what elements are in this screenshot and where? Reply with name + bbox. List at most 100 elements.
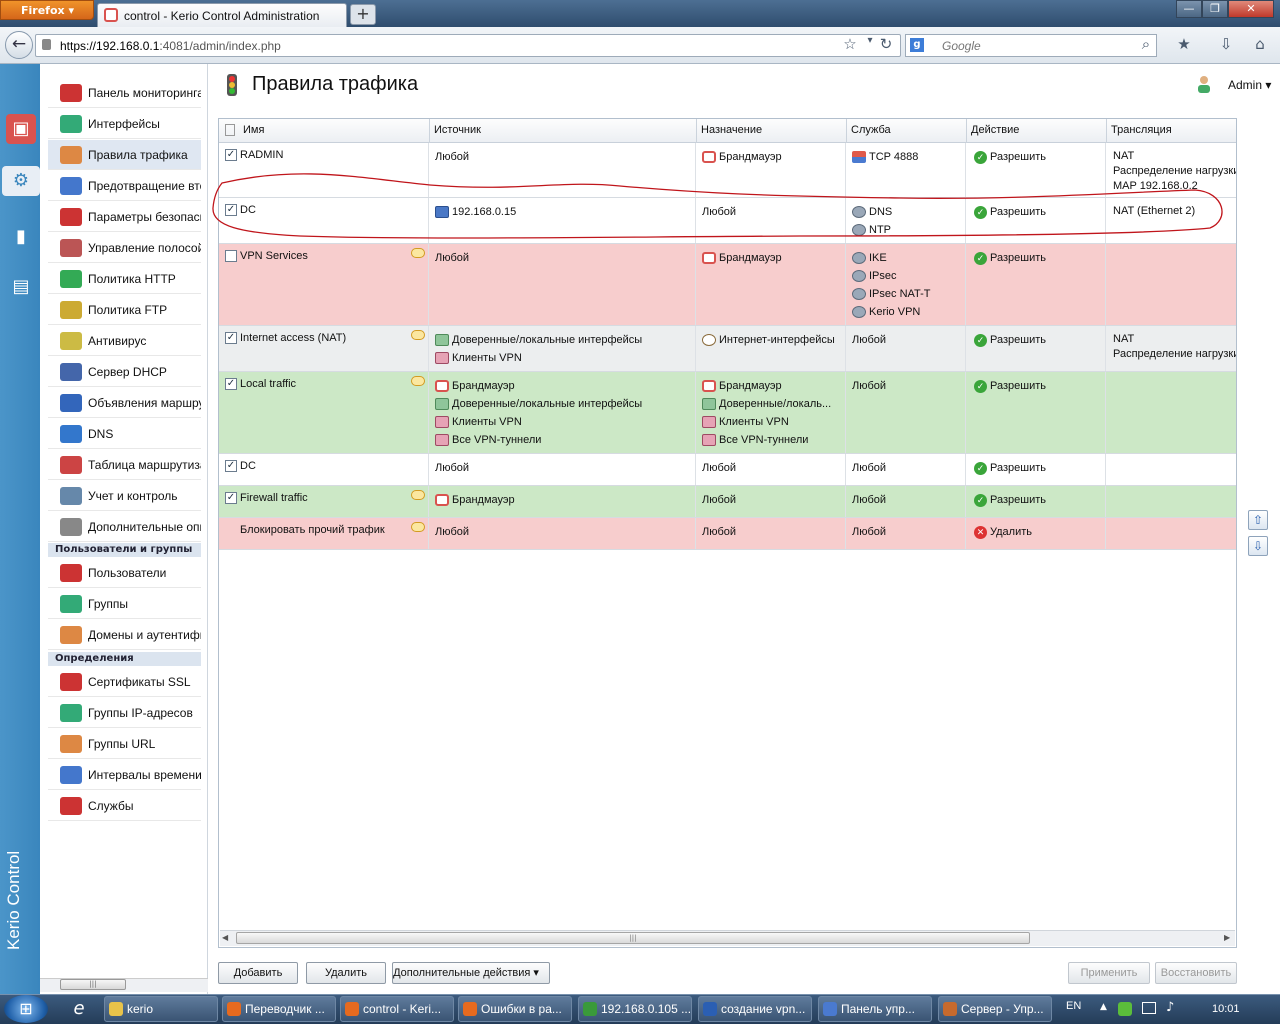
rule-enabled-checkbox[interactable] (225, 250, 237, 262)
rule-enabled-checkbox[interactable]: ✓ (225, 204, 237, 216)
maximize-icon[interactable]: ❐ (1202, 0, 1228, 18)
table-row[interactable]: ✓ Local traffic Брандмауэр Доверенные/локал… (219, 372, 1236, 454)
table-row[interactable]: ✓ RADMIN Любой Брандмауэр TCP 4888 ✓ Разрешить… (219, 143, 1236, 198)
table-row[interactable]: ✓ DC Любой Любой Любой ✓ Разрешить (219, 454, 1236, 486)
taskbar-item[interactable]: Ошибки в ра... (458, 996, 572, 1022)
sidebar-item[interactable]: Управление полосой (48, 233, 201, 263)
tray-app-icon[interactable] (1118, 1002, 1132, 1016)
language-indicator[interactable]: EN (1066, 1000, 1081, 1012)
sidebar-item[interactable]: Интервалы времени (48, 760, 201, 790)
volume-icon[interactable]: ♪ (1166, 1000, 1174, 1015)
logs-document-icon[interactable]: ▤ (6, 272, 36, 302)
sidebar-item[interactable]: Панель мониторинга (48, 78, 201, 108)
rule-action[interactable]: ✓ Разрешить (974, 204, 1046, 220)
taskbar-item[interactable]: Панель упр... (818, 996, 932, 1022)
rule-action[interactable]: ✓ Разрешить (974, 149, 1046, 165)
statistics-bars-icon[interactable]: ▮ (6, 222, 36, 252)
sidebar-item[interactable]: Группы IP-адресов (48, 698, 201, 728)
sidebar-item[interactable]: Интерфейсы (48, 109, 201, 139)
new-tab-button[interactable]: + (350, 4, 376, 25)
table-row[interactable]: ✓ DC 192.168.0.15 Любой DNS NTP ✓ Разрешить NAT … (219, 198, 1236, 244)
rule-enabled-checkbox[interactable]: ✓ (225, 149, 237, 161)
rule-action[interactable]: ✓ Разрешить (974, 378, 1046, 394)
firefox-menu-button[interactable]: Firefox ▾ (0, 0, 94, 20)
scroll-left-icon[interactable]: ◀ (222, 933, 228, 942)
column-header-destination[interactable]: Назначение (701, 124, 762, 136)
taskbar-item[interactable]: Переводчик ... (222, 996, 336, 1022)
taskbar-item[interactable]: Сервер - Упр... (938, 996, 1052, 1022)
rule-action[interactable]: ✓ Разрешить (974, 492, 1046, 508)
column-header-source[interactable]: Источник (434, 124, 481, 136)
sidebar-item[interactable]: Антивирус (48, 326, 201, 356)
move-down-icon[interactable]: ⇩ (1248, 536, 1268, 556)
sidebar-item[interactable]: Дополнительные опции (48, 512, 201, 542)
comment-bubble-icon[interactable] (411, 330, 425, 340)
sidebar-item[interactable]: Домены и аутентификация (48, 620, 201, 650)
rule-enabled-checkbox[interactable]: ✓ (225, 492, 237, 504)
more-actions-button[interactable]: Дополнительные действия ▾ (392, 962, 550, 984)
tray-arrow-icon[interactable]: ▲ (1100, 1002, 1107, 1012)
sidebar-item[interactable]: Учет и контроль (48, 481, 201, 511)
taskbar-item[interactable]: control - Keri... (340, 996, 454, 1022)
sidebar-item[interactable]: Объявления маршрутов (48, 388, 201, 418)
sidebar-item[interactable]: Политика HTTP (48, 264, 201, 294)
column-header-name[interactable]: Имя (243, 124, 264, 136)
rule-action[interactable]: ✕ Удалить (974, 524, 1032, 540)
sidebar-item[interactable]: Параметры безопасности (48, 202, 201, 232)
sidebar-item[interactable]: Службы (48, 791, 201, 821)
rule-enabled-checkbox[interactable]: ✓ (225, 378, 237, 390)
column-chooser-icon[interactable] (225, 124, 235, 136)
sidebar-item[interactable]: Таблица маршрутизации (48, 450, 201, 480)
network-icon[interactable] (1142, 1002, 1156, 1014)
rule-enabled-checkbox[interactable]: ✓ (225, 460, 237, 472)
comment-bubble-icon[interactable] (411, 522, 425, 532)
kerio-status-icon[interactable]: ▣ (6, 114, 36, 144)
column-header-translation[interactable]: Трансляция (1111, 124, 1172, 136)
comment-bubble-icon[interactable] (411, 248, 425, 258)
apply-button[interactable]: Применить (1068, 962, 1150, 984)
column-header-service[interactable]: Служба (851, 124, 891, 136)
table-row[interactable]: ✓ Internet access (NAT) Доверенные/локальн… (219, 326, 1236, 372)
minimize-icon[interactable]: — (1176, 0, 1202, 18)
table-row[interactable]: VPN Services Любой Брандмауэр IKE IPsec IPsec… (219, 244, 1236, 326)
ie-icon[interactable]: e (66, 998, 92, 1020)
browser-tab[interactable]: control - Kerio Control Administration (97, 3, 347, 27)
table-row[interactable]: ✓ Firewall traffic Брандмауэр Любой Любой ✓ Ра… (219, 486, 1236, 518)
restore-button[interactable]: Восстановить (1155, 962, 1237, 984)
taskbar-item[interactable]: kerio (104, 996, 218, 1022)
sidebar-item[interactable]: Политика FTP (48, 295, 201, 325)
reload-icon[interactable]: ↻ (876, 35, 896, 55)
sidebar-item[interactable]: Предотвращение вторжений (48, 171, 201, 201)
sidebar-item[interactable]: DNS (48, 419, 201, 449)
comment-bubble-icon[interactable] (411, 376, 425, 386)
rule-action[interactable]: ✓ Разрешить (974, 460, 1046, 476)
search-input[interactable]: Google (905, 34, 1157, 57)
bookmark-star-icon[interactable]: ☆ (840, 35, 860, 55)
sidebar-item[interactable]: Группы (48, 589, 201, 619)
back-arrow-icon[interactable]: ← (5, 31, 33, 59)
sidebar-scroll-thumb[interactable]: ||| (60, 979, 126, 990)
table-row[interactable]: Блокировать прочий трафик Любой Любой Любой… (219, 518, 1236, 550)
bookmarks-menu-icon[interactable]: ★ (1174, 35, 1194, 55)
move-up-icon[interactable]: ⇧ (1248, 510, 1268, 530)
configuration-gear-icon[interactable]: ⚙ (2, 166, 40, 196)
rule-action[interactable]: ✓ Разрешить (974, 332, 1046, 348)
rule-action[interactable]: ✓ Разрешить (974, 250, 1046, 266)
user-menu[interactable]: Admin ▾ (1228, 78, 1271, 92)
delete-button[interactable]: Удалить (306, 962, 386, 984)
scroll-right-icon[interactable]: ▶ (1224, 933, 1230, 942)
sidebar-item[interactable]: Пользователи (48, 558, 201, 588)
sidebar-item[interactable]: Сервер DHCP (48, 357, 201, 387)
taskbar-item[interactable]: создание vpn... (698, 996, 812, 1022)
google-icon[interactable]: g (910, 38, 924, 52)
url-bar[interactable]: https://192.168.0.1:4081/admin/index.php (35, 34, 901, 57)
grid-scroll-thumb[interactable]: ||| (236, 932, 1030, 944)
rule-enabled-checkbox[interactable]: ✓ (225, 332, 237, 344)
magnifier-icon[interactable]: ⌕ (1136, 35, 1156, 55)
taskbar-item[interactable]: 192.168.0.105 ... (578, 996, 692, 1022)
start-button[interactable]: ⊞ (4, 995, 48, 1023)
home-icon[interactable]: ⌂ (1250, 35, 1270, 55)
downloads-icon[interactable]: ⇩ (1216, 35, 1236, 55)
comment-bubble-icon[interactable] (411, 490, 425, 500)
column-header-action[interactable]: Действие (971, 124, 1019, 136)
